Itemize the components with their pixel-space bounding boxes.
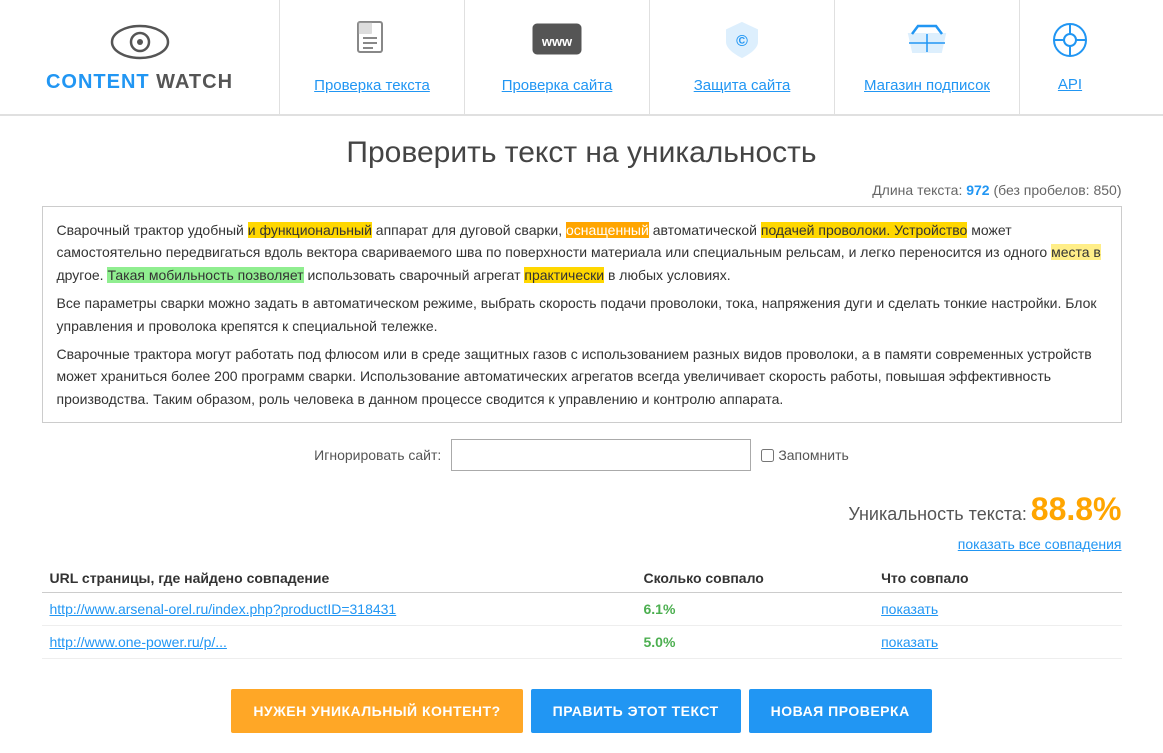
remember-checkbox[interactable] (761, 449, 774, 462)
nav-protect-site[interactable]: © Защита сайта (650, 0, 835, 114)
basket-icon (906, 20, 948, 69)
text-length-info: Длина текста: 972 (без пробелов: 850) (42, 182, 1122, 198)
highlight-2: оснащенный (566, 222, 649, 238)
text-nospace-num: 850 (1093, 182, 1116, 198)
svg-text:©: © (736, 33, 748, 50)
new-check-button[interactable]: НОВАЯ ПРОВЕРКА (749, 689, 932, 733)
nav-shop-label: Магазин подписок (864, 77, 990, 94)
uniqueness-label: Уникальность текста: (848, 504, 1027, 524)
logo-text: CONTENT WATCH (46, 71, 233, 94)
www-icon: www (531, 20, 583, 69)
ignore-site-label: Игнорировать сайт: (314, 447, 441, 463)
result-url-link[interactable]: http://www.one-power.ru/p/... (50, 634, 227, 650)
col-header-show: Что совпало (873, 564, 1121, 593)
header: CONTENT WATCH Проверка текста www Провер… (0, 0, 1163, 116)
highlight-6: практически (524, 267, 604, 283)
uniqueness-value: 88.8% (1031, 491, 1122, 527)
col-header-match: Сколько совпало (636, 564, 874, 593)
match-pct: 6.1% (636, 593, 874, 626)
buttons-row: НУЖЕН УНИКАЛЬНЫЙ КОНТЕНТ? ПРАВИТЬ ЭТОТ Т… (42, 689, 1122, 733)
logo-content: CONTENT (46, 71, 150, 93)
ignore-site-row: Игнорировать сайт: Запомнить (42, 439, 1122, 471)
match-pct: 5.0% (636, 626, 874, 659)
highlight-4: места в (1051, 244, 1101, 260)
nav-api[interactable]: API (1020, 0, 1120, 114)
logo-area: CONTENT WATCH (0, 0, 280, 114)
edit-text-button[interactable]: ПРАВИТЬ ЭТОТ ТЕКСТ (531, 689, 741, 733)
doc-icon (353, 20, 391, 69)
need-unique-button[interactable]: НУЖЕН УНИКАЛЬНЫЙ КОНТЕНТ? (231, 689, 522, 733)
result-url-link[interactable]: http://www.arsenal-orel.ru/index.php?pro… (50, 601, 397, 617)
highlight-1: и функциональный (248, 222, 372, 238)
highlight-5: Такая мобильность позволяет (107, 267, 303, 283)
table-row: http://www.arsenal-orel.ru/index.php?pro… (42, 593, 1122, 626)
logo-icon (110, 20, 170, 65)
nav-check-site-label: Проверка сайта (502, 77, 613, 94)
text-length-num: 972 (966, 182, 989, 198)
show-match-link[interactable]: показать (881, 601, 938, 617)
nav-check-text-label: Проверка текста (314, 77, 430, 94)
nav-shop[interactable]: Магазин подписок (835, 0, 1020, 114)
page-title: Проверить текст на уникальность (42, 136, 1122, 170)
text-nospace-label: (без пробелов: 850) (993, 182, 1121, 198)
api-icon (1050, 21, 1090, 68)
main-content: Проверить текст на уникальность Длина те… (22, 116, 1142, 753)
text-content-box: Сварочный трактор удобный и функциональн… (42, 206, 1122, 423)
nav-check-text[interactable]: Проверка текста (280, 0, 465, 114)
nav-protect-site-label: Защита сайта (694, 77, 791, 94)
remember-label[interactable]: Запомнить (761, 447, 849, 463)
show-all-matches-link[interactable]: показать все совпадения (42, 536, 1122, 552)
col-header-url: URL страницы, где найдено совпадение (42, 564, 636, 593)
svg-text:www: www (541, 34, 573, 49)
table-row: http://www.one-power.ru/p/... 5.0% показат… (42, 626, 1122, 659)
highlight-3: подачей проволоки. Устройство (761, 222, 968, 238)
uniqueness-section: Уникальность текста: 88.8% (42, 491, 1122, 528)
logo-watch: WATCH (150, 71, 233, 93)
shield-icon: © (723, 20, 761, 69)
show-match-link[interactable]: показать (881, 634, 938, 650)
results-table: URL страницы, где найдено совпадение Ско… (42, 564, 1122, 659)
text-length-label: Длина текста: (872, 182, 962, 198)
nav-api-label: API (1058, 76, 1082, 93)
nav-check-site[interactable]: www Проверка сайта (465, 0, 650, 114)
ignore-site-input[interactable] (451, 439, 751, 471)
